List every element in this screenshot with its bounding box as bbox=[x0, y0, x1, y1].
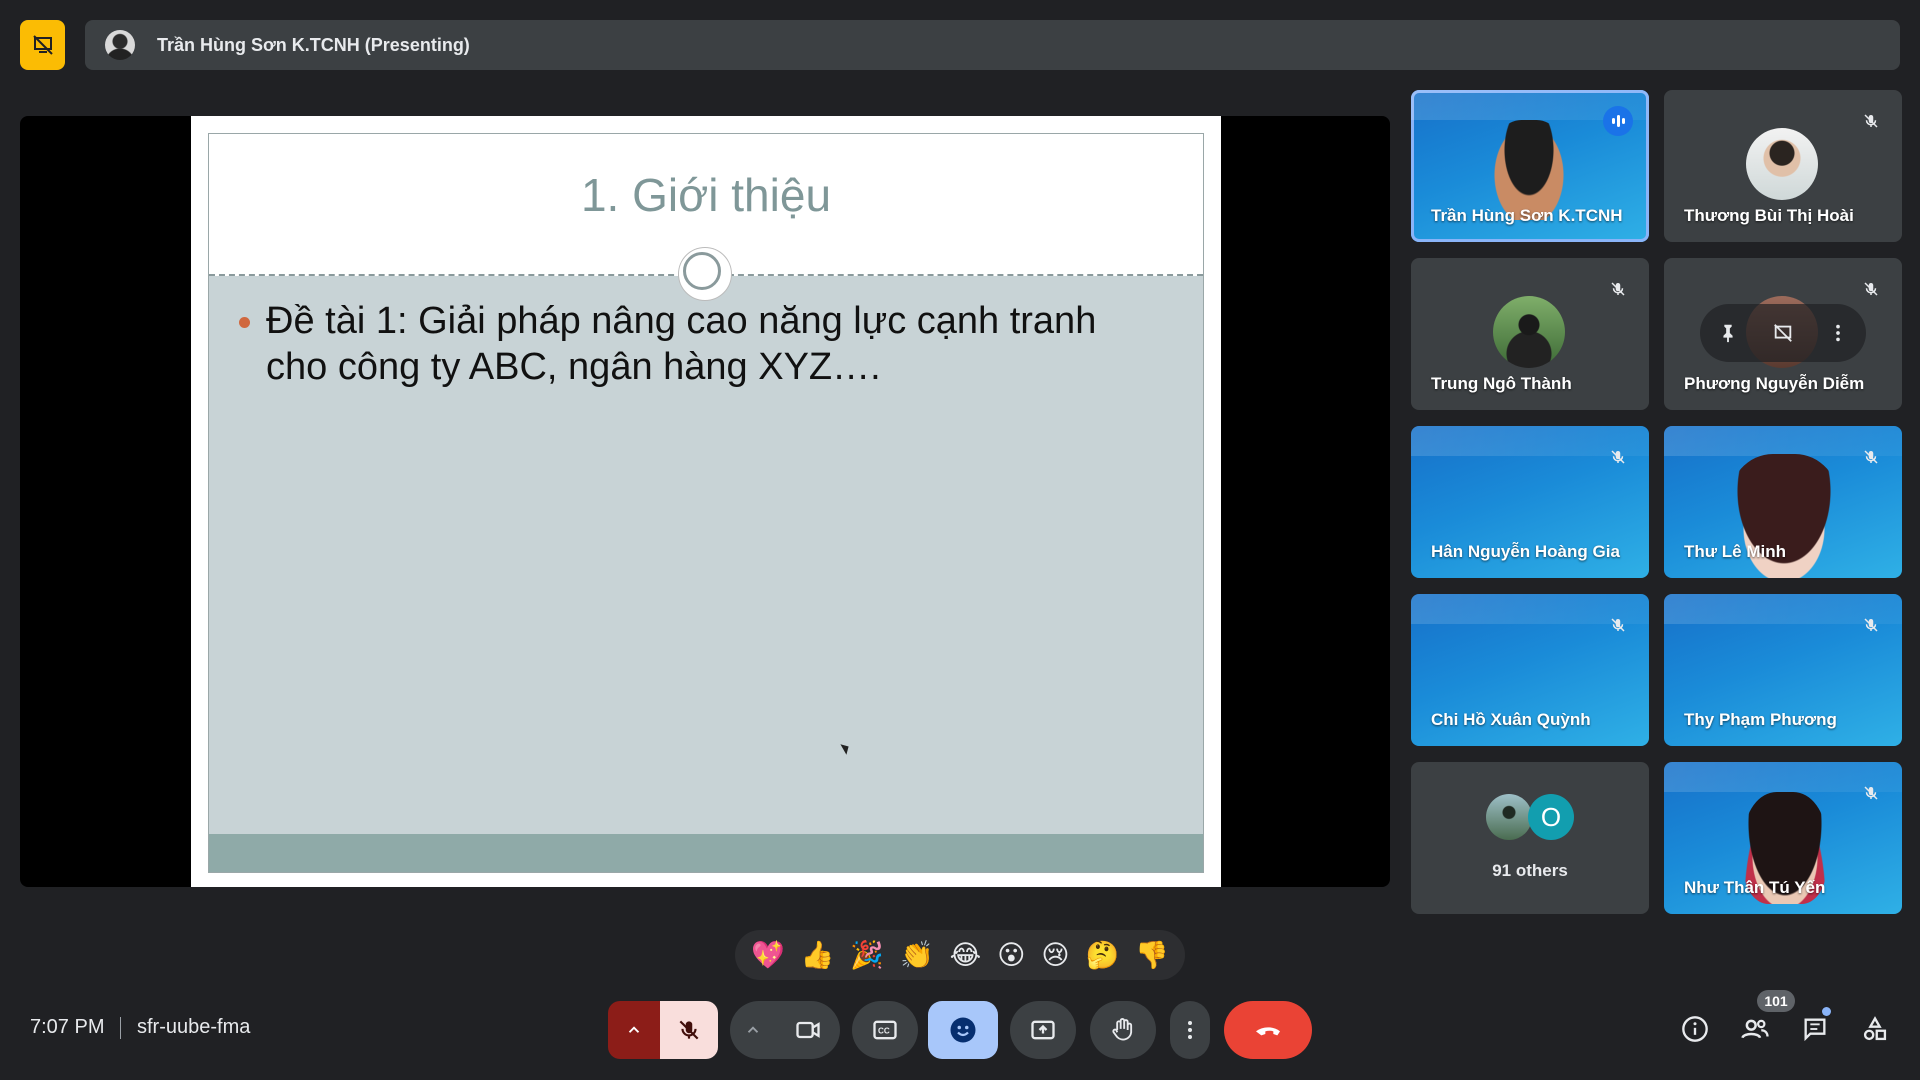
clock: 7:07 PM bbox=[30, 1016, 105, 1038]
slide-title: 1. Giới thiệu bbox=[580, 169, 832, 221]
mouse-cursor-icon bbox=[840, 741, 852, 755]
meeting-info-button[interactable] bbox=[1680, 1014, 1710, 1044]
participant-name: Thương Bùi Thị Hoài bbox=[1684, 206, 1854, 225]
mic-off-icon bbox=[1864, 450, 1878, 464]
stop-presenting-icon bbox=[32, 35, 53, 55]
camera-toggle-button[interactable] bbox=[776, 1001, 840, 1059]
reaction-party[interactable]: 🎉 bbox=[850, 930, 884, 980]
people-button[interactable] bbox=[1740, 1014, 1770, 1044]
participant-name: Trần Hùng Sơn K.TCNH bbox=[1431, 206, 1623, 225]
participant-name: Hân Nguyễn Hoàng Gia bbox=[1431, 542, 1620, 561]
end-call-button[interactable] bbox=[1224, 1001, 1312, 1059]
slide-ring-ornament bbox=[679, 248, 731, 300]
participant-tile[interactable]: Thy Phạm Phương bbox=[1664, 594, 1902, 746]
mic-off-icon bbox=[1611, 450, 1625, 464]
presentation-stage[interactable]: 1. Giới thiệu Đề tài 1: Giải pháp nâng c… bbox=[20, 116, 1390, 887]
participant-avatar bbox=[1746, 128, 1818, 200]
tile-hover-controls bbox=[1700, 304, 1866, 362]
mic-off-icon bbox=[1864, 618, 1878, 632]
reaction-thinking[interactable]: 🤔 bbox=[1086, 930, 1120, 980]
chat-notification-dot bbox=[1822, 1007, 1831, 1016]
participant-tile[interactable]: Thư Lê Minh bbox=[1664, 426, 1902, 578]
reactions-bar: 💖 👍 🎉 👏 😂 😮 😢 🤔 👎 bbox=[735, 930, 1185, 980]
more-options-icon bbox=[1188, 1021, 1192, 1039]
speaking-indicator-icon bbox=[1603, 106, 1633, 136]
participant-tile[interactable]: Trung Ngô Thành bbox=[1411, 258, 1649, 410]
participant-count-badge: 101 bbox=[1757, 990, 1795, 1012]
mic-off-icon bbox=[1611, 618, 1625, 632]
participant-name: Phương Nguyễn Diễm bbox=[1684, 374, 1865, 393]
mic-off-icon bbox=[1864, 786, 1878, 800]
divider bbox=[120, 1017, 121, 1039]
reaction-heart[interactable]: 💖 bbox=[751, 930, 785, 980]
participant-avatar bbox=[1493, 296, 1565, 368]
mic-off-icon bbox=[679, 1020, 699, 1040]
present-button[interactable] bbox=[1010, 1001, 1076, 1059]
activities-button[interactable] bbox=[1860, 1014, 1890, 1044]
pin-icon[interactable] bbox=[1717, 322, 1739, 344]
chevron-up-icon bbox=[628, 1026, 640, 1033]
participant-tile[interactable]: Phương Nguyễn Diễm bbox=[1664, 258, 1902, 410]
participant-tile[interactable]: Như Thân Tú Yến bbox=[1664, 762, 1902, 914]
participant-name: Thy Phạm Phương bbox=[1684, 710, 1837, 729]
more-vert-icon[interactable] bbox=[1827, 322, 1849, 344]
presenter-avatar bbox=[105, 30, 135, 60]
mic-off-icon bbox=[1611, 282, 1625, 296]
emoji-button[interactable] bbox=[928, 1001, 998, 1059]
remove-from-screen-icon[interactable] bbox=[1772, 322, 1794, 344]
end-call-icon bbox=[1256, 1027, 1280, 1036]
mic-off-icon bbox=[1864, 282, 1878, 296]
chevron-up-icon bbox=[747, 1026, 759, 1033]
participant-tile[interactable]: Chi Hồ Xuân Quỳnh bbox=[1411, 594, 1649, 746]
stop-presenting-button[interactable] bbox=[20, 20, 65, 70]
participant-tile[interactable]: Trần Hùng Sơn K.TCNH bbox=[1411, 90, 1649, 242]
mic-off-icon bbox=[1864, 114, 1878, 128]
more-options-button[interactable] bbox=[1170, 1001, 1210, 1059]
emoji-icon bbox=[950, 1017, 976, 1043]
reaction-laugh[interactable]: 😂 bbox=[950, 930, 982, 980]
info-icon bbox=[1682, 1016, 1708, 1042]
others-avatars: O bbox=[1486, 794, 1586, 844]
participant-name: Như Thân Tú Yến bbox=[1684, 878, 1826, 897]
presenter-bar: Trần Hùng Sơn K.TCNH (Presenting) bbox=[85, 20, 1900, 70]
reaction-surprised[interactable]: 😮 bbox=[997, 930, 1025, 980]
reaction-thumbs-up[interactable]: 👍 bbox=[801, 930, 835, 980]
participant-tile[interactable]: Hân Nguyễn Hoàng Gia bbox=[1411, 426, 1649, 578]
people-icon bbox=[1741, 1019, 1769, 1039]
others-tile[interactable]: O 91 others bbox=[1411, 762, 1649, 914]
activities-icon bbox=[1863, 1016, 1887, 1041]
present-screen-icon bbox=[1031, 1020, 1055, 1040]
camera-control bbox=[730, 1001, 840, 1059]
reaction-thumbs-down[interactable]: 👎 bbox=[1135, 930, 1169, 980]
participant-name: Thư Lê Minh bbox=[1684, 542, 1787, 561]
raise-hand-button[interactable] bbox=[1090, 1001, 1156, 1059]
participant-name: Trung Ngô Thành bbox=[1431, 374, 1572, 393]
raise-hand-icon bbox=[1112, 1018, 1133, 1041]
chat-icon bbox=[1804, 1018, 1826, 1042]
svg-text:CC: CC bbox=[878, 1027, 890, 1036]
slide-content: 1. Giới thiệu Đề tài 1: Giải pháp nâng c… bbox=[208, 133, 1204, 873]
audio-settings-button[interactable] bbox=[608, 1001, 660, 1059]
video-settings-button[interactable] bbox=[730, 1001, 776, 1059]
participant-name: Chi Hồ Xuân Quỳnh bbox=[1431, 710, 1591, 729]
meeting-code: sfr-uube-fma bbox=[137, 1016, 251, 1038]
captions-button[interactable]: CC bbox=[852, 1001, 918, 1059]
mic-toggle-button[interactable] bbox=[660, 1001, 718, 1059]
slide-bullet: Đề tài 1: Giải pháp nâng cao năng lực cạ… bbox=[266, 300, 1097, 388]
participant-video bbox=[1491, 120, 1567, 220]
microphone-control bbox=[608, 1001, 718, 1059]
captions-icon: CC bbox=[873, 1020, 897, 1040]
bullet-dot bbox=[239, 317, 250, 328]
camera-icon bbox=[796, 1021, 820, 1039]
reaction-sad[interactable]: 😢 bbox=[1041, 930, 1069, 980]
slide: 1. Giới thiệu Đề tài 1: Giải pháp nâng c… bbox=[191, 116, 1221, 887]
chat-button[interactable] bbox=[1800, 1014, 1830, 1044]
participant-tile[interactable]: Thương Bùi Thị Hoài bbox=[1664, 90, 1902, 242]
others-avatar-photo bbox=[1486, 794, 1532, 840]
others-count: 91 others bbox=[1492, 861, 1568, 880]
slide-footer-band bbox=[209, 834, 1203, 872]
presenter-name: Trần Hùng Sơn K.TCNH (Presenting) bbox=[157, 34, 470, 55]
reaction-clap[interactable]: 👏 bbox=[900, 930, 934, 980]
others-avatar-letter: O bbox=[1528, 794, 1574, 840]
